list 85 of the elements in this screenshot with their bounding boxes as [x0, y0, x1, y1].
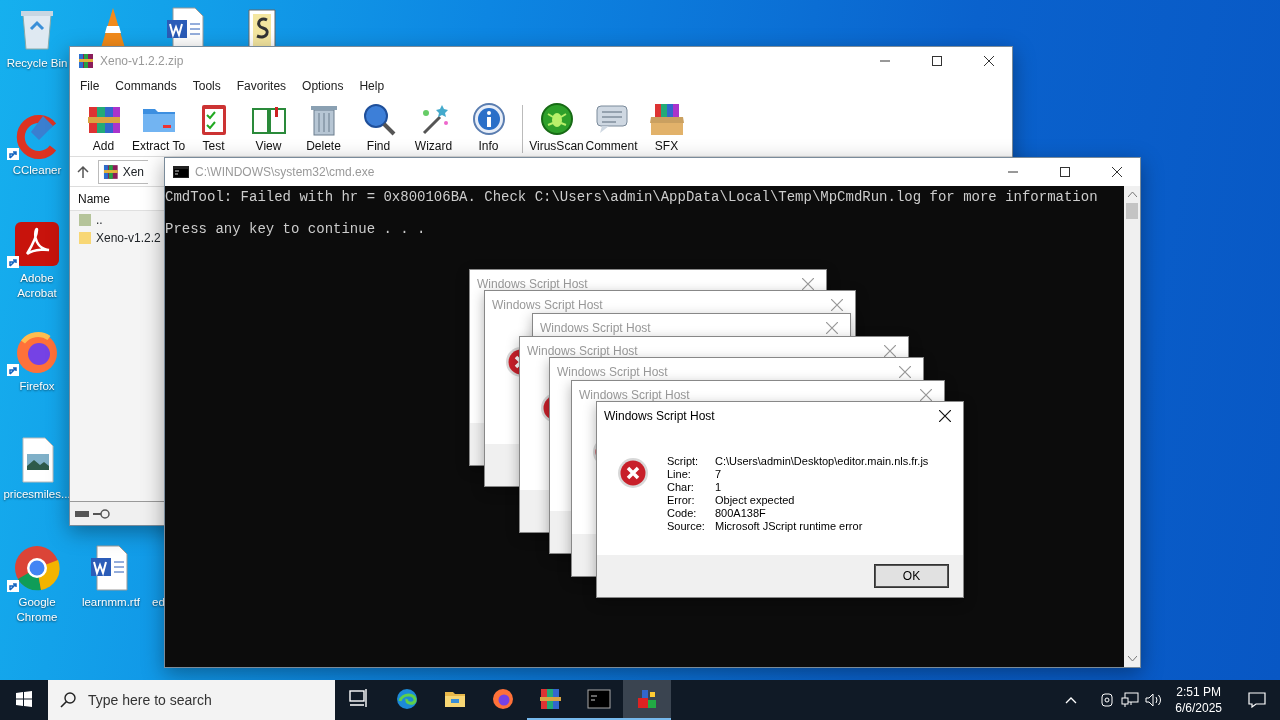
column-header[interactable]: Name	[70, 187, 164, 211]
field-value: 800A138F	[715, 507, 767, 520]
network-icon[interactable]	[1121, 692, 1140, 708]
console-icon	[587, 687, 611, 711]
search-bar[interactable]: Type here to search	[48, 680, 335, 720]
field-value: 7	[715, 468, 723, 481]
file-name[interactable]: ..	[96, 211, 103, 229]
key-icon	[92, 508, 110, 519]
up-arrow-icon[interactable]	[76, 164, 90, 179]
books-icon	[539, 687, 563, 711]
dialog-title: Windows Script Host	[540, 320, 651, 337]
field-value: Object expected	[715, 494, 796, 507]
ok-button[interactable]: OK	[874, 564, 949, 588]
close-icon[interactable]	[939, 410, 951, 422]
close-icon[interactable]	[1112, 167, 1122, 177]
clock-date: 6/6/2025	[1175, 700, 1222, 716]
scroll-up-icon[interactable]	[1127, 191, 1137, 197]
scroll-down-icon[interactable]	[1127, 656, 1137, 662]
field-label: Line:	[667, 468, 692, 481]
dialog-title: Windows Script Host	[527, 343, 638, 360]
toolbar-button[interactable]: SFX	[639, 101, 694, 155]
dialog-title: Windows Script Host	[477, 276, 588, 293]
field-value: Microsoft JScript runtime error	[715, 520, 864, 533]
search-field[interactable]: Type here to search	[86, 688, 316, 712]
chevron-up-icon[interactable]	[1065, 696, 1078, 704]
path-field[interactable]: Xen	[98, 159, 148, 184]
scroll-thumb[interactable]	[1126, 203, 1138, 219]
toolbar-button[interactable]: Find	[351, 101, 406, 155]
device-icon[interactable]	[1099, 692, 1116, 708]
archive-icon	[103, 163, 119, 180]
field-label: Source:	[667, 520, 706, 533]
menu-item[interactable]: Favorites	[228, 77, 295, 95]
toolbar-button[interactable]: Comment	[584, 101, 639, 155]
bug-icon	[538, 101, 575, 137]
maximize-icon[interactable]	[1060, 167, 1070, 177]
edge-icon	[395, 687, 419, 711]
window-title: Xeno-v1.2.2.zip	[100, 53, 184, 70]
search-icon	[60, 692, 76, 708]
menu-item[interactable]: Help	[351, 77, 393, 95]
chrome-icon[interactable]	[13, 544, 61, 592]
windows-logo-icon[interactable]	[16, 691, 32, 707]
close-icon[interactable]	[984, 56, 994, 66]
menu-item[interactable]: Options	[294, 77, 352, 95]
toolbar-button[interactable]: Wizard	[406, 101, 461, 155]
console-text: CmdTool: Failed with hr = 0x800106BA. Check C:\Users\admin\AppData\Local\Temp\MpCmdRun.log for more information	[165, 189, 1099, 205]
acrobat-icon[interactable]	[13, 220, 61, 268]
drive-icon	[74, 508, 90, 519]
maximize-icon[interactable]	[932, 56, 942, 66]
field-label: Script:	[667, 455, 700, 468]
toolbar-button[interactable]: VirusScan	[529, 101, 584, 155]
firefox-icon	[491, 687, 515, 711]
dialog-title: Windows Script Host	[557, 364, 668, 381]
file-name[interactable]: Xeno-v1.2.2	[96, 229, 161, 247]
toolbar-button[interactable]: Add	[76, 101, 131, 155]
toolbar-button[interactable]: Extract To	[131, 101, 186, 155]
dialog-title: Windows Script Host	[579, 387, 690, 404]
menu-item[interactable]: Tools	[184, 77, 229, 95]
clock-time: 2:51 PM	[1176, 684, 1221, 700]
menu-item[interactable]: File	[72, 77, 108, 95]
notification-icon[interactable]	[1248, 692, 1266, 708]
field-label: Code:	[667, 507, 698, 520]
field-value: 1	[715, 481, 723, 494]
speaker-icon[interactable]	[1145, 692, 1164, 708]
toolbar-button[interactable]: Delete	[296, 101, 351, 155]
toolbar-button[interactable]: Info	[461, 101, 516, 155]
info-icon	[470, 101, 507, 137]
blocks-icon	[635, 687, 659, 711]
dialog-title: Windows Script Host	[492, 297, 603, 314]
field-label: Char:	[667, 481, 695, 494]
menu-item[interactable]: Commands	[107, 77, 185, 95]
field-label: Error:	[667, 494, 696, 507]
toolbar-button[interactable]: View	[241, 101, 296, 155]
archive-icon	[78, 53, 94, 69]
window-title: C:\WINDOWS\system32\cmd.exe	[195, 164, 375, 181]
folder-icon	[78, 213, 92, 227]
clock[interactable]: 2:51 PM 6/6/2025	[1169, 684, 1228, 716]
console-text: Press any key to continue . . .	[165, 221, 427, 237]
box-icon	[648, 101, 685, 137]
console-icon	[173, 166, 189, 178]
dialog-title: Windows Script Host	[604, 408, 715, 425]
folder-icon	[78, 231, 92, 245]
toolbar-button[interactable]: Test	[186, 101, 241, 155]
field-value: C:\Users\admin\Desktop\editor.main.nls.fr.js	[715, 455, 929, 468]
scrollbar[interactable]	[1124, 186, 1140, 667]
error-icon	[617, 457, 649, 489]
